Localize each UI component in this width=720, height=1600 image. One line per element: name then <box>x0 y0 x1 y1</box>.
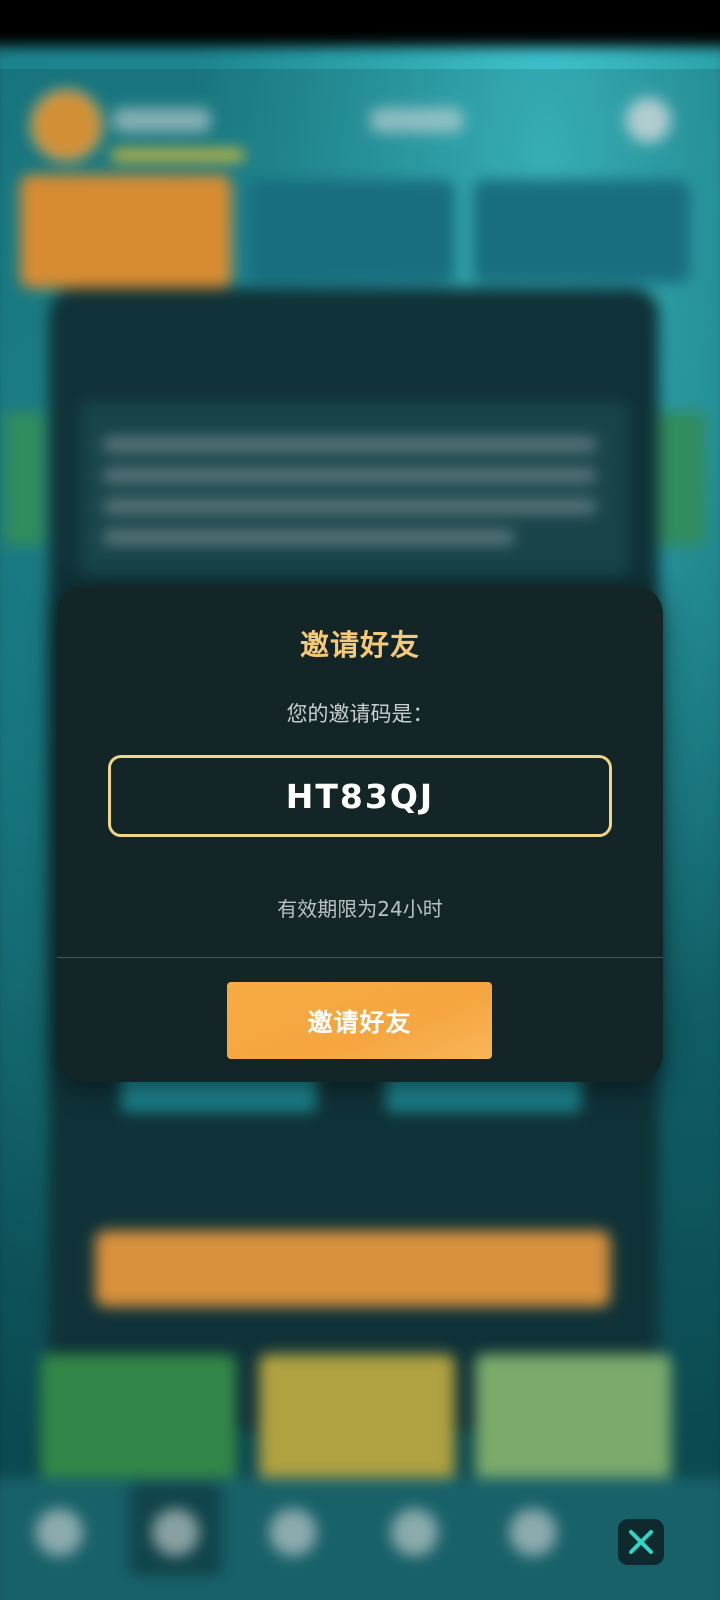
dialog-divider <box>57 957 663 958</box>
invite-code-label: 您的邀请码是： <box>286 702 434 726</box>
invite-code: HT83QJ <box>285 776 435 816</box>
close-button[interactable] <box>618 1519 664 1565</box>
invite-friend-dialog: 邀请好友 您的邀请码是： HT83QJ 有效期限为24小时 邀请好友 <box>57 586 663 1082</box>
dialog-title: 邀请好友 <box>299 628 420 662</box>
validity-note: 有效期限为24小时 <box>277 897 443 921</box>
screen: 邀请好友 您的邀请码是： HT83QJ 有效期限为24小时 邀请好友 <box>0 0 720 1600</box>
invite-friends-button[interactable]: 邀请好友 <box>227 982 492 1059</box>
invite-code-box[interactable]: HT83QJ <box>108 755 612 837</box>
close-icon <box>629 1530 653 1554</box>
